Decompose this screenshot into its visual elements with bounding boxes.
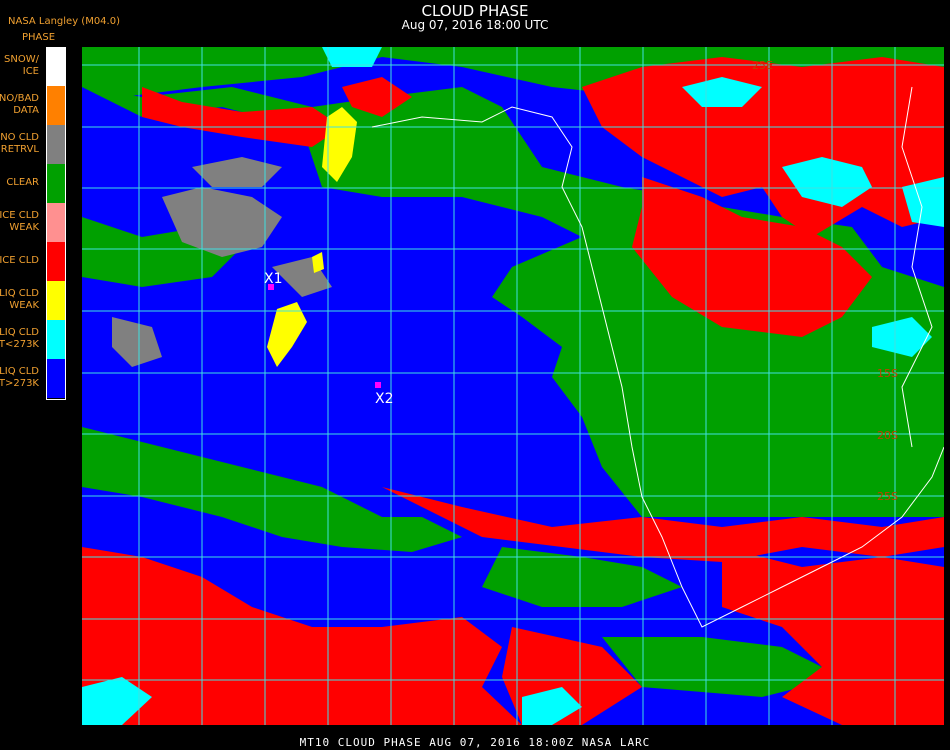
grid-label-lon: 25E [752,59,773,72]
grid-label-lat: 20S [877,429,898,442]
legend-label-line1: SNOW/ [4,54,39,65]
legend-label-line2: ICE [22,66,39,77]
legend-label-line2: T>273K [0,378,39,389]
cloud-phase-map: 25E 15S 20S 25S X1 X2 [82,47,944,725]
grid-label-lat: 25S [877,490,898,503]
legend-label-line1: NO/BAD [0,93,39,104]
legend-label-line2: DATA [13,105,39,116]
legend-heading: PHASE [22,32,56,43]
marker-x1-label: X1 [264,271,283,287]
legend-border [46,47,66,400]
legend-label-line1: CLEAR [6,177,39,188]
legend-label-line1: ICE CLD [0,255,39,266]
marker-x2-label: X2 [375,391,394,407]
legend-label-line1: LIQ CLD [0,366,39,377]
marker-x2-point [375,382,381,388]
legend-label-line2: RETRVL [0,144,39,155]
legend-label-line2: WEAK [9,222,39,233]
legend-label-line1: NO CLD [0,132,39,143]
page-subtitle: Aug 07, 2016 18:00 UTC [401,18,549,32]
legend-label-line1: LIQ CLD [0,288,39,299]
legend-label-line2: T<273K [0,339,39,350]
footer-caption: MT10 CLOUD PHASE AUG 07, 2016 18:00Z NAS… [299,736,651,749]
grid-label-lat: 15S [877,367,898,380]
legend-label-line2: WEAK [9,300,39,311]
legend-label-line1: ICE CLD [0,210,39,221]
legend-label-line1: LIQ CLD [0,327,39,338]
